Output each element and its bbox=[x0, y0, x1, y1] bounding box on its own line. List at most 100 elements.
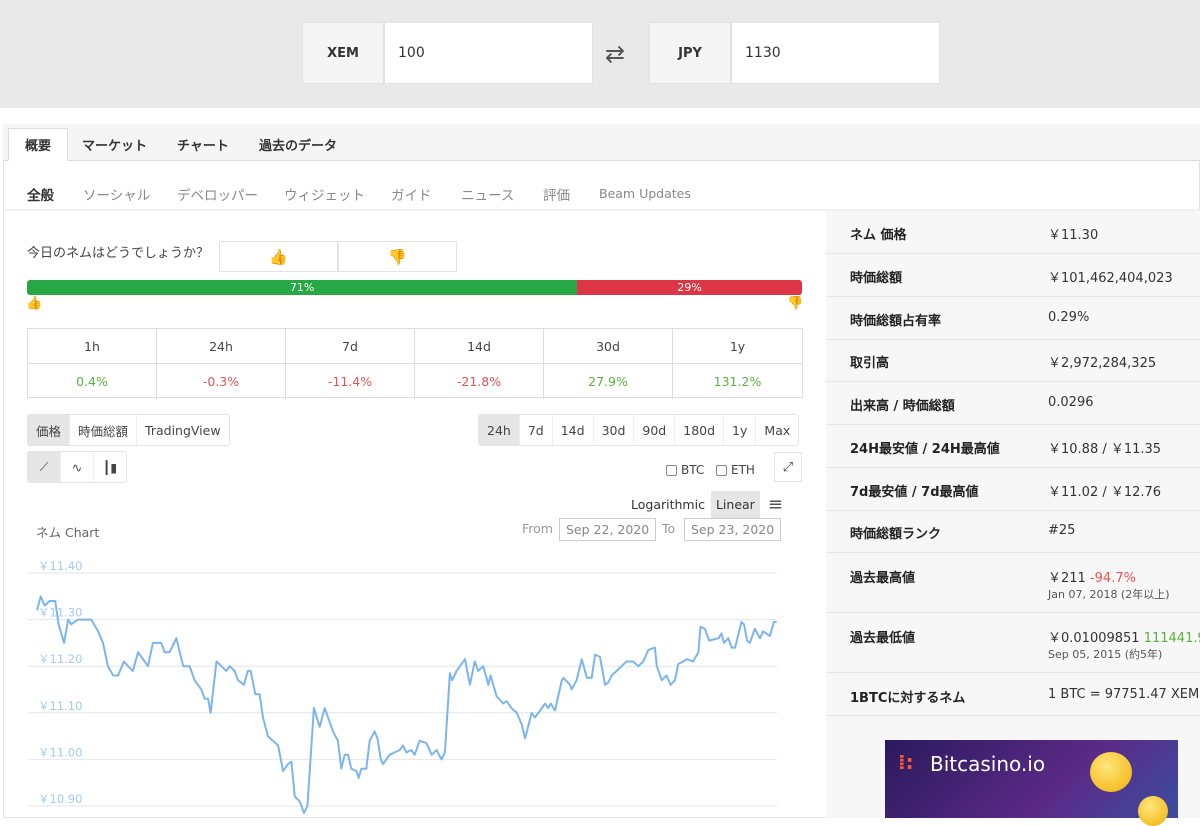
stat-row-ath: 過去最高値 ￥211 -94.7% Jan 07, 2018 (2年以上) bbox=[826, 553, 1200, 613]
tradingview-button[interactable]: TradingView bbox=[137, 415, 229, 445]
stat-row: 取引高 ￥2,972,284,325 bbox=[826, 339, 1200, 383]
stat-value: #25 bbox=[1048, 523, 1076, 539]
thumbs-down-icon: 👎 bbox=[787, 296, 804, 311]
stat-value: ￥2,972,284,325 bbox=[1048, 356, 1157, 372]
chart-style-group: ⟋ ∿ ┃▮ bbox=[27, 451, 127, 483]
stat-row: 時価総額ランク #25 bbox=[826, 510, 1200, 554]
subtab-general[interactable]: 全般 bbox=[27, 184, 54, 204]
stat-row: 出来高 / 時価総額 0.0296 bbox=[826, 382, 1200, 425]
perf-value-24h: -0.3% bbox=[157, 364, 286, 399]
swap-arrows-icon[interactable]: ⇄ bbox=[605, 40, 625, 68]
vote-up-button[interactable]: 👍 bbox=[219, 241, 338, 272]
sentiment-down-fill: 29% bbox=[577, 280, 802, 295]
to-label: To bbox=[662, 521, 676, 536]
range-180d[interactable]: 180d bbox=[675, 415, 725, 445]
range-group: 24h 7d 14d 30d 90d 180d 1y Max bbox=[478, 414, 800, 446]
candlestick-icon[interactable]: ┃▮ bbox=[94, 452, 126, 482]
y-tick-label: ￥11.20 bbox=[38, 652, 82, 666]
coin-icon bbox=[1138, 796, 1168, 826]
compare-eth-label: ETH bbox=[731, 463, 755, 477]
range-24h[interactable]: 24h bbox=[479, 415, 520, 445]
compare-btc-label: BTC bbox=[681, 463, 705, 477]
checkbox-icon bbox=[666, 464, 677, 476]
stat-value: ￥10.88 / ￥11.35 bbox=[1048, 441, 1162, 457]
tab-overview[interactable]: 概要 bbox=[8, 128, 69, 161]
from-currency-label: XEM bbox=[302, 22, 384, 84]
stat-label: 過去最高値 bbox=[850, 571, 916, 586]
perf-header-7d: 7d bbox=[286, 329, 415, 364]
thumbs-up-icon: 👍 bbox=[269, 247, 288, 266]
stat-label: 時価総額ランク bbox=[850, 527, 942, 543]
stat-value: 0.0296 bbox=[1048, 395, 1094, 410]
sentiment-bar: 71% 29% bbox=[27, 280, 802, 295]
fullscreen-icon[interactable]: ⤢ bbox=[774, 452, 802, 482]
perf-header-1h: 1h bbox=[28, 329, 157, 364]
y-tick-label: ￥11.40 bbox=[38, 559, 82, 573]
subtab-news[interactable]: ニュース bbox=[461, 184, 514, 204]
checkbox-icon bbox=[716, 464, 727, 476]
subtab-social[interactable]: ソーシャル bbox=[83, 184, 150, 204]
stat-value: ￥11.30 bbox=[1048, 228, 1099, 243]
from-date-input[interactable]: Sep 22, 2020 bbox=[559, 518, 657, 541]
stat-label: 取引高 bbox=[850, 356, 890, 372]
vote-down-button[interactable]: 👎 bbox=[338, 241, 457, 272]
perf-header-24h: 24h bbox=[157, 329, 286, 364]
stat-value: ￥101,462,404,023 bbox=[1048, 270, 1173, 286]
stat-label: 過去最低値 bbox=[850, 631, 916, 646]
perf-header-30d: 30d bbox=[544, 329, 673, 364]
perf-value-30d: 27.9% bbox=[544, 364, 673, 399]
stat-row: 7d最安値 / 7d最高値 ￥11.02 / ￥12.76 bbox=[826, 468, 1200, 511]
chart-type-group: 価格 時価総額 TradingView bbox=[27, 414, 230, 446]
to-amount-input[interactable]: 1130 bbox=[731, 22, 940, 84]
from-amount-input[interactable]: 100 bbox=[384, 22, 593, 84]
sentiment-up-fill: 71% bbox=[27, 280, 578, 295]
y-tick-label: ￥11.10 bbox=[38, 699, 82, 713]
line-chart-icon[interactable]: ⟋ bbox=[28, 452, 61, 482]
tab-historical[interactable]: 過去のデータ bbox=[243, 128, 353, 161]
subtab-guide[interactable]: ガイド bbox=[391, 184, 432, 204]
stat-row: 時価総額 ￥101,462,404,023 bbox=[826, 254, 1200, 297]
subtab-developer[interactable]: デベロッパー bbox=[177, 184, 258, 204]
subtab-widget[interactable]: ウィジェット bbox=[284, 184, 365, 204]
to-date-input[interactable]: Sep 23, 2020 bbox=[684, 518, 782, 541]
perf-header-1y: 1y bbox=[673, 329, 802, 364]
subtab-beam-updates[interactable]: Beam Updates bbox=[599, 186, 691, 201]
y-tick-label: ￥11.00 bbox=[38, 745, 82, 759]
tab-chart[interactable]: チャート bbox=[161, 128, 245, 161]
price-button[interactable]: 価格 bbox=[28, 415, 71, 445]
logarithmic-button[interactable]: Logarithmic bbox=[631, 497, 705, 512]
ath-value: ￥211 bbox=[1048, 571, 1086, 586]
from-label: From bbox=[522, 521, 553, 536]
coin-icon bbox=[1090, 752, 1132, 792]
stat-row: 時価総額占有率 0.29% bbox=[826, 297, 1200, 340]
stat-label: 時価総額占有率 bbox=[850, 313, 942, 329]
stat-row-atl: 過去最低値 ￥0.01009851 111441.9% Sep 05, 2015… bbox=[826, 613, 1200, 673]
stat-row-btc: 1BTCに対するネム 1 BTC = 97751.47 XEM bbox=[826, 673, 1200, 716]
range-90d[interactable]: 90d bbox=[634, 415, 676, 445]
range-14d[interactable]: 14d bbox=[553, 415, 594, 445]
btc-rate: 1 BTC = 97751.47 XEM bbox=[1048, 687, 1200, 702]
range-30d[interactable]: 30d bbox=[594, 415, 635, 445]
stat-value: ￥11.02 / ￥12.76 bbox=[1048, 484, 1162, 500]
y-tick-label: ￥11.30 bbox=[38, 606, 82, 620]
atl-date: Sep 05, 2015 (約5年) bbox=[1048, 648, 1163, 661]
range-7d[interactable]: 7d bbox=[520, 415, 553, 445]
sentiment-question: 今日のネムはどうでしょうか？ bbox=[27, 246, 210, 261]
line-points-chart-icon[interactable]: ∿ bbox=[61, 452, 94, 482]
price-chart[interactable]: ￥11.40 ￥11.30 ￥11.20 ￥11.10 ￥11.00 ￥10.90 bbox=[0, 550, 825, 818]
thumbs-up-icon: 👍 bbox=[26, 296, 43, 311]
perf-value-1y: 131.2% bbox=[713, 374, 762, 389]
market-cap-button[interactable]: 時価総額 bbox=[70, 415, 138, 445]
to-currency-label: JPY bbox=[649, 22, 731, 84]
tab-market[interactable]: マーケット bbox=[66, 128, 163, 161]
compare-btc-checkbox[interactable]: BTC bbox=[666, 463, 704, 477]
stat-row: ネム 価格 ￥11.30 bbox=[826, 211, 1200, 254]
compare-eth-checkbox[interactable]: ETH bbox=[716, 463, 755, 477]
stat-label: 1BTCに対するネム bbox=[850, 691, 966, 706]
range-1y[interactable]: 1y bbox=[724, 415, 757, 445]
subtab-rating[interactable]: 評価 bbox=[543, 184, 570, 204]
ad-text: Bitcasino.io bbox=[930, 752, 1046, 776]
linear-button[interactable]: Linear bbox=[710, 491, 760, 518]
menu-icon[interactable]: ≡ bbox=[768, 494, 783, 515]
range-max[interactable]: Max bbox=[756, 415, 798, 445]
